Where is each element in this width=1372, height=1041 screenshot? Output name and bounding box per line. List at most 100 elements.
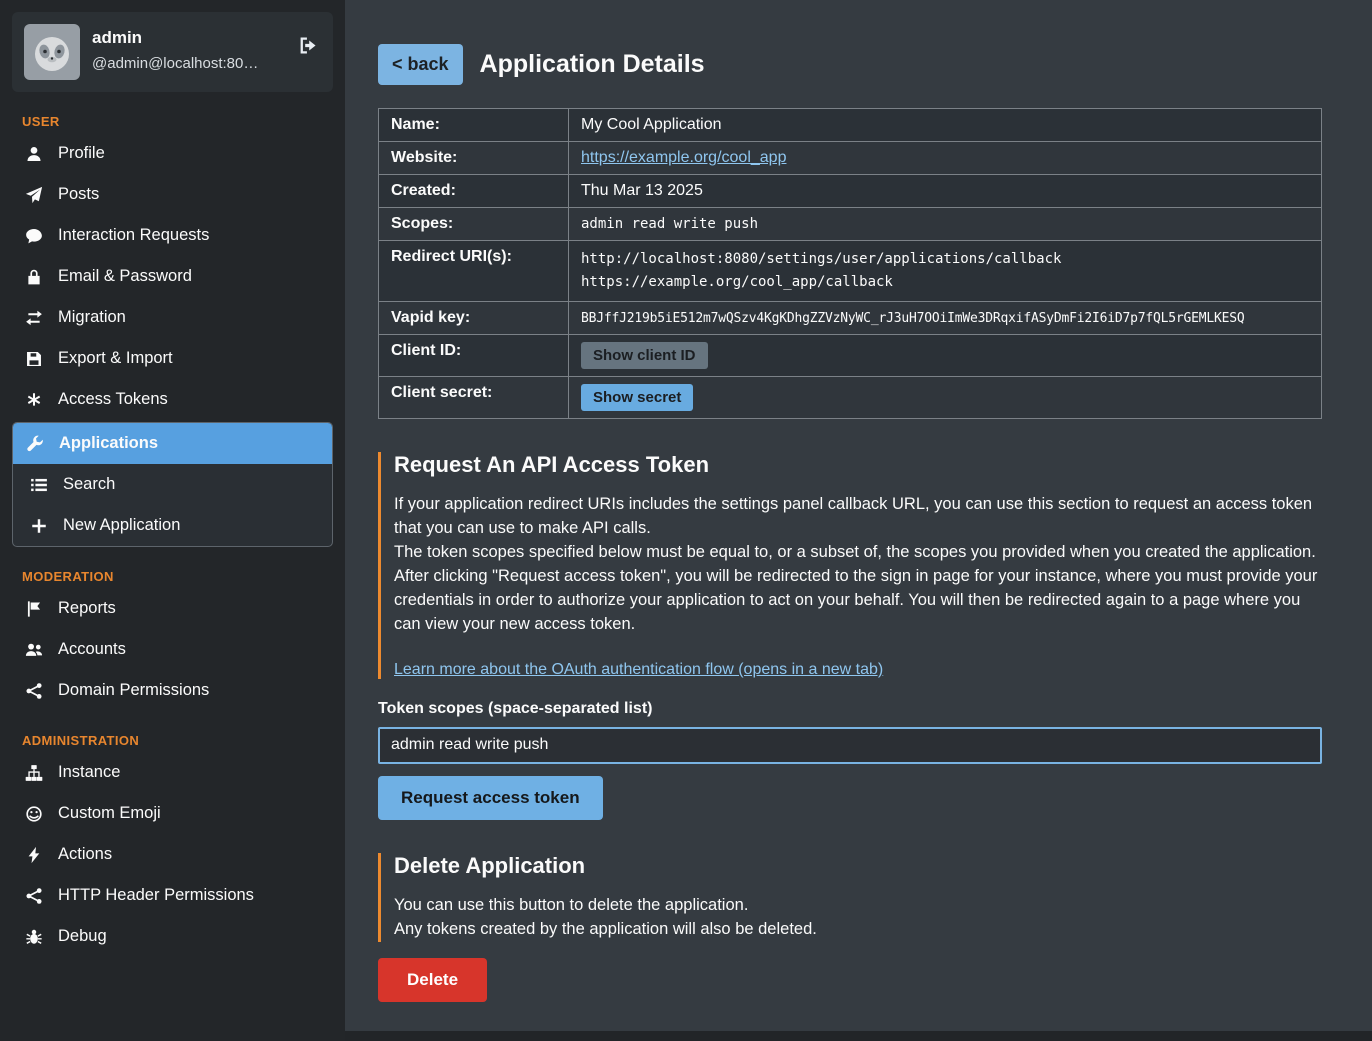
row-value: Thu Mar 13 2025	[569, 175, 1322, 208]
sidebar: admin @admin@localhost:80… USER Profile …	[0, 0, 345, 1041]
back-button[interactable]: < back	[378, 44, 463, 85]
sidebar-item-label: New Application	[63, 516, 180, 535]
row-value: BBJffJ219b5iE512m7wQSzv4KgKDhgZZVzNyWC_r…	[569, 302, 1322, 335]
flag-icon	[24, 600, 44, 618]
share-nodes-icon	[24, 887, 44, 905]
sidebar-item-applications[interactable]: Applications	[13, 423, 332, 464]
sidebar-item-label: Search	[63, 475, 115, 494]
table-row-redirect-uris: Redirect URI(s): http://localhost:8080/s…	[379, 241, 1322, 302]
request-access-token-button[interactable]: Request access token	[378, 776, 603, 820]
token-scopes-label: Token scopes (space-separated list)	[378, 700, 1330, 718]
sidebar-item-actions[interactable]: Actions	[12, 834, 333, 875]
show-secret-button[interactable]: Show secret	[581, 384, 693, 411]
section-header-moderation: MODERATION	[22, 569, 323, 584]
row-label: Website:	[379, 142, 569, 175]
settings-app: admin @admin@localhost:80… USER Profile …	[0, 0, 1372, 1041]
section-header-user: USER	[22, 114, 323, 129]
comment-icon	[24, 227, 44, 245]
sidebar-item-label: Export & Import	[58, 349, 173, 368]
avatar	[24, 24, 80, 80]
main-panel: < back Application Details Name: My Cool…	[345, 0, 1372, 1031]
delete-application-section: Delete Application You can use this butt…	[378, 853, 1322, 942]
page-title: Application Details	[480, 50, 705, 79]
row-value: http://localhost:8080/settings/user/appl…	[569, 241, 1322, 302]
wrench-icon	[25, 435, 45, 453]
sidebar-item-domain-permissions[interactable]: Domain Permissions	[12, 670, 333, 711]
sidebar-item-label: Applications	[59, 434, 158, 453]
sidebar-item-new-application[interactable]: New Application	[13, 505, 332, 546]
sidebar-item-profile[interactable]: Profile	[12, 133, 333, 174]
sidebar-item-export-import[interactable]: Export & Import	[12, 338, 333, 379]
table-row-client-id: Client ID: Show client ID	[379, 335, 1322, 377]
sidebar-item-reports[interactable]: Reports	[12, 588, 333, 629]
row-value: admin read write push	[569, 208, 1322, 241]
sidebar-item-label: Interaction Requests	[58, 226, 209, 245]
table-row-client-secret: Client secret: Show secret	[379, 377, 1322, 419]
section-paragraph: After clicking "Request access token", y…	[394, 565, 1322, 637]
sidebar-item-label: Custom Emoji	[58, 804, 161, 823]
row-value: Show secret	[569, 377, 1322, 419]
section-paragraph: The token scopes specified below must be…	[394, 541, 1322, 565]
sidebar-item-label: Actions	[58, 845, 112, 864]
oauth-docs-link[interactable]: Learn more about the OAuth authenticatio…	[394, 661, 883, 678]
section-header-administration: ADMINISTRATION	[22, 733, 323, 748]
exchange-icon	[24, 309, 44, 327]
users-icon	[24, 641, 44, 659]
sidebar-item-label: Email & Password	[58, 267, 192, 286]
token-scopes-input[interactable]	[378, 727, 1322, 764]
table-row-scopes: Scopes: admin read write push	[379, 208, 1322, 241]
share-nodes-icon	[24, 682, 44, 700]
certificate-icon	[24, 391, 44, 409]
sidebar-item-applications-search[interactable]: Search	[13, 464, 332, 505]
section-paragraph: Any tokens created by the application wi…	[394, 918, 1322, 942]
lock-icon	[24, 268, 44, 286]
row-label: Client secret:	[379, 377, 569, 419]
application-details-table: Name: My Cool Application Website: https…	[378, 108, 1322, 419]
account-handle: @admin@localhost:80…	[92, 55, 258, 72]
sidebar-item-label: Debug	[58, 927, 107, 946]
bolt-icon	[24, 846, 44, 864]
request-token-heading: Request An API Access Token	[394, 452, 1322, 478]
token-scopes-form: Token scopes (space-separated list) Requ…	[378, 700, 1330, 820]
sidebar-item-label: Domain Permissions	[58, 681, 209, 700]
plus-icon	[29, 517, 49, 535]
row-label: Scopes:	[379, 208, 569, 241]
user-icon	[24, 145, 44, 163]
section-paragraph: If your application redirect URIs includ…	[394, 493, 1322, 541]
sidebar-item-interaction-requests[interactable]: Interaction Requests	[12, 215, 333, 256]
sidebar-item-label: Posts	[58, 185, 99, 204]
row-value: https://example.org/cool_app	[569, 142, 1322, 175]
website-link[interactable]: https://example.org/cool_app	[581, 149, 786, 166]
row-label: Redirect URI(s):	[379, 241, 569, 302]
table-row-vapid-key: Vapid key: BBJffJ219b5iE512m7wQSzv4KgKDh…	[379, 302, 1322, 335]
row-label: Name:	[379, 109, 569, 142]
show-client-id-button[interactable]: Show client ID	[581, 342, 708, 369]
sign-out-icon[interactable]	[296, 34, 319, 62]
row-value: Show client ID	[569, 335, 1322, 377]
row-label: Created:	[379, 175, 569, 208]
sidebar-item-label: Reports	[58, 599, 116, 618]
paper-plane-icon	[24, 186, 44, 204]
floppy-disk-icon	[24, 350, 44, 368]
section-paragraph: You can use this button to delete the ap…	[394, 894, 1322, 918]
page-header: < back Application Details	[378, 44, 1330, 85]
redirect-uri: https://example.org/cool_app/callback	[581, 271, 1309, 294]
sidebar-item-http-header-permissions[interactable]: HTTP Header Permissions	[12, 875, 333, 916]
bug-icon	[24, 928, 44, 946]
sitemap-icon	[24, 764, 44, 782]
table-row-created: Created: Thu Mar 13 2025	[379, 175, 1322, 208]
sidebar-item-migration[interactable]: Migration	[12, 297, 333, 338]
sidebar-item-accounts[interactable]: Accounts	[12, 629, 333, 670]
sidebar-item-custom-emoji[interactable]: Custom Emoji	[12, 793, 333, 834]
sidebar-item-debug[interactable]: Debug	[12, 916, 333, 957]
sidebar-item-label: Accounts	[58, 640, 126, 659]
sidebar-item-label: HTTP Header Permissions	[58, 886, 254, 905]
sidebar-item-label: Profile	[58, 144, 105, 163]
sidebar-item-email-password[interactable]: Email & Password	[12, 256, 333, 297]
sidebar-item-access-tokens[interactable]: Access Tokens	[12, 379, 333, 420]
delete-application-heading: Delete Application	[394, 853, 1322, 879]
sidebar-item-posts[interactable]: Posts	[12, 174, 333, 215]
delete-button[interactable]: Delete	[378, 958, 487, 1002]
user-card[interactable]: admin @admin@localhost:80…	[12, 12, 333, 92]
sidebar-item-instance[interactable]: Instance	[12, 752, 333, 793]
